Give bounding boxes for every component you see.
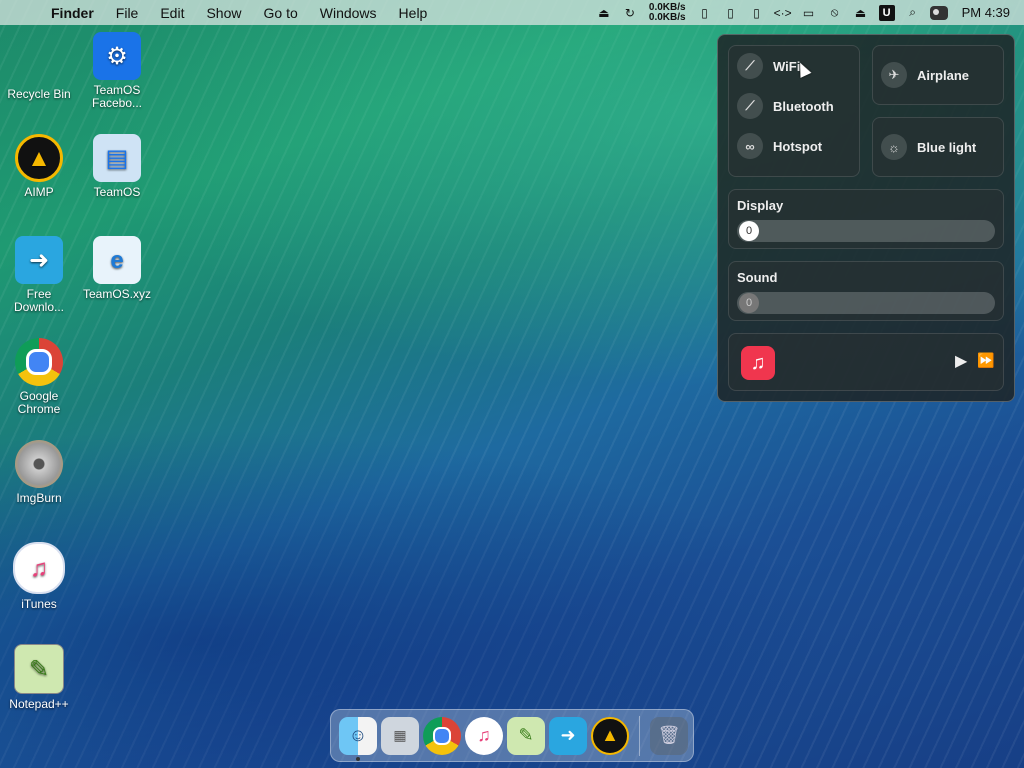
desktop-icon-aimp[interactable]: ▲ AIMP [0, 134, 78, 199]
sound-label: Sound [737, 270, 778, 285]
desktop-icon-label: Notepad++ [9, 697, 69, 711]
battery-icon-3[interactable]: ▯ [744, 3, 770, 23]
display-label: Display [737, 198, 784, 213]
desktop-icon-imgburn[interactable]: ImgBurn [0, 440, 78, 505]
hotspot-icon: ∞ [737, 133, 763, 159]
gear-icon: ⚙ [93, 32, 141, 80]
download-manager-icon[interactable]: ➜ [549, 716, 587, 755]
desktop-icon-label: TeamOS.xyz [82, 287, 151, 301]
search-icon[interactable]: ⌕ [900, 3, 926, 23]
clock[interactable]: PM 4:39 [952, 5, 1024, 20]
blue-light-toggle[interactable]: ☼ Blue light [872, 117, 1004, 177]
bluetooth-toggle[interactable]: ⟋ Bluetooth [729, 86, 859, 126]
control-center-icon[interactable] [926, 3, 952, 23]
desktop-icon-label: Recycle Bin [7, 87, 71, 101]
monitor-icon[interactable]: ▭ [796, 3, 822, 23]
desktop-icon-teamos-xyz[interactable]: e TeamOS.xyz [78, 236, 156, 301]
fast-forward-icon[interactable]: ⏩ [977, 352, 994, 369]
teamos-icon: ▤ [93, 134, 141, 182]
play-icon[interactable]: ▶ [955, 351, 967, 371]
trash-icon[interactable]: 🗑 [650, 716, 688, 755]
itunes-icon: ♫ [13, 542, 65, 594]
hotspot-label: Hotspot [773, 138, 823, 154]
internet-explorer-icon: e [93, 236, 141, 284]
desktop-icon-teamos-facebook[interactable]: ⚙ TeamOS Facebo... [78, 32, 156, 110]
running-indicator [356, 756, 360, 761]
aimp-icon: ▲ [15, 134, 63, 182]
display-group: Display 0 [728, 189, 1004, 249]
display-slider-knob[interactable]: 0 [739, 221, 759, 241]
menu-windows[interactable]: Windows [309, 5, 388, 21]
desktop-icon-label: AIMP [24, 185, 54, 199]
airplane-icon: ✈ [881, 62, 907, 88]
aimp-icon[interactable]: ▲ [591, 716, 629, 755]
net-download: 0.0KB/s [648, 11, 686, 23]
desktop-icon-label: Free Downlo... [13, 287, 65, 314]
desktop-icon-label: TeamOS [93, 185, 141, 199]
menu-finder[interactable]: Finder [40, 5, 105, 21]
blue-light-row: ☼ Blue light [873, 118, 1003, 176]
airplane-row: ✈ Airplane [873, 46, 1003, 104]
airplane-label: Airplane [917, 67, 970, 83]
sync-icon[interactable]: ↻ [617, 3, 643, 23]
menu-edit[interactable]: Edit [149, 5, 195, 21]
bluetooth-label: Bluetooth [773, 98, 834, 114]
imgburn-icon [15, 440, 63, 488]
chrome-center [433, 726, 451, 745]
menu-go-to[interactable]: Go to [253, 5, 309, 21]
menu-help[interactable]: Help [388, 5, 439, 21]
menu-show[interactable]: Show [195, 5, 252, 21]
chrome-center [26, 349, 52, 375]
desktop-icon-google-chrome[interactable]: Google Chrome [0, 338, 78, 416]
download-manager-icon: ➜ [15, 236, 63, 284]
network-speed: 0.0KB/s 0.0KB/s [648, 1, 686, 23]
dock: ☺ ▦ ♫ ✎ ➜ ▲ 🗑 [330, 709, 694, 762]
dock-separator [639, 715, 640, 756]
desktop-icon-label: ImgBurn [16, 491, 62, 505]
recycle-bin-icon [15, 36, 63, 84]
desktop-icon-label: TeamOS Facebo... [91, 83, 143, 110]
net-upload: 0.0KB/s [648, 1, 686, 13]
toggle-glyph [929, 5, 948, 20]
chrome-icon[interactable] [423, 716, 461, 755]
eject-icon[interactable]: ⏏ [591, 3, 617, 23]
launchpad-icon[interactable]: ▦ [381, 716, 419, 755]
desktop-icon-label: Google Chrome [17, 389, 61, 416]
sun-icon: ☼ [881, 134, 907, 160]
status-tray: ⏏ ↻ 0.0KB/s 0.0KB/s ▯ ▯ ▯ <·> ▭ ⦸ ⏏ U ⌕ … [591, 0, 1024, 25]
sound-group: Sound 0 [728, 261, 1004, 321]
user-badge: U [878, 4, 895, 21]
eject-icon-2[interactable]: ⏏ [848, 3, 874, 23]
airplane-toggle[interactable]: ✈ Airplane [872, 45, 1004, 105]
desktop-icon-free-download[interactable]: ➜ Free Downlo... [0, 236, 78, 314]
music-app-icon[interactable]: ♫ [741, 346, 775, 380]
chrome-icon [15, 338, 63, 386]
desktop-icon-notepad-plus[interactable]: ✎ Notepad++ [0, 644, 78, 711]
battery-icon[interactable]: ▯ [692, 3, 718, 23]
desktop-icon-recycle-bin[interactable]: Recycle Bin [0, 36, 78, 101]
now-playing-group: ♫ ▶ ⏩ [728, 333, 1004, 391]
wifi-off-icon[interactable]: ⦸ [822, 3, 848, 23]
itunes-icon[interactable]: ♫ [465, 716, 503, 755]
menu-file[interactable]: File [105, 5, 150, 21]
bluetooth-icon: ⟋ [737, 93, 763, 119]
control-center-panel: ⟋ WiFi ⟋ Bluetooth ∞ Hotspot ✈ Airplane … [717, 34, 1015, 402]
sound-slider-knob[interactable]: 0 [739, 293, 759, 313]
hotspot-toggle[interactable]: ∞ Hotspot [729, 126, 859, 166]
desktop-icon-itunes[interactable]: ♫ iTunes [0, 542, 78, 611]
sound-slider[interactable]: 0 [737, 292, 995, 314]
notepad-plus-icon: ✎ [14, 644, 64, 694]
notepad-plus-icon[interactable]: ✎ [507, 716, 545, 755]
wifi-icon: ⟋ [737, 53, 763, 79]
desktop-icon-label: iTunes [21, 597, 57, 611]
desktop-icon-teamos[interactable]: ▤ TeamOS [78, 134, 156, 199]
display-slider[interactable]: 0 [737, 220, 995, 242]
finder-icon[interactable]: ☺ [339, 716, 377, 761]
blue-light-label: Blue light [917, 139, 977, 155]
code-icon[interactable]: <·> [770, 3, 796, 23]
user-badge-icon[interactable]: U [874, 3, 900, 23]
menu-bar: Finder File Edit Show Go to Windows Help… [0, 0, 1024, 25]
battery-icon-2[interactable]: ▯ [718, 3, 744, 23]
